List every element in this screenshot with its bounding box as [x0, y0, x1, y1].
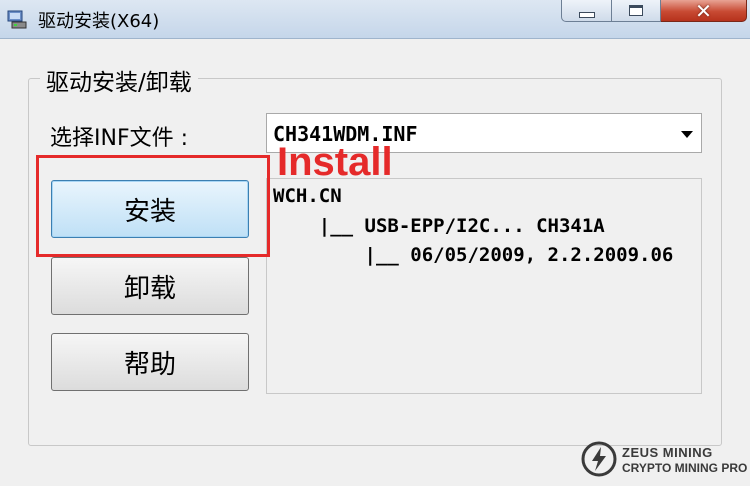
- minimize-icon: [578, 11, 595, 18]
- install-highlight-box: [36, 155, 270, 257]
- close-button[interactable]: ✕: [661, 0, 747, 22]
- dropdown-arrow-icon[interactable]: [681, 131, 693, 138]
- zeus-mining-logo-icon: [581, 441, 617, 477]
- app-icon: [7, 10, 27, 29]
- maximize-icon: [629, 5, 643, 16]
- close-icon: ✕: [695, 0, 712, 23]
- help-button[interactable]: 帮助: [51, 333, 249, 391]
- maximize-button[interactable]: [612, 0, 661, 22]
- tree-line-version: |__ 06/05/2009, 2.2.2009.06: [273, 244, 674, 266]
- group-title: 驱动安装/卸载: [40, 63, 198, 97]
- minimize-button[interactable]: [561, 0, 612, 22]
- title-bar[interactable]: 驱动安装(X64) ✕: [0, 0, 750, 39]
- watermark-subtitle: CRYPTO MINING PRO: [622, 461, 748, 475]
- tree-line-device: |__ USB-EPP/I2C... CH341A: [273, 215, 605, 237]
- window-title: 驱动安装(X64): [38, 11, 160, 32]
- driver-info-tree[interactable]: WCH.CN |__ USB-EPP/I2C... CH341A |__ 06/…: [266, 178, 702, 394]
- watermark-title: ZEUS MINING: [622, 445, 713, 460]
- install-annotation: Install: [277, 140, 393, 184]
- tree-line-vendor: WCH.CN: [273, 185, 342, 207]
- inf-select-label: 选择INF文件 :: [50, 126, 189, 151]
- uninstall-button[interactable]: 卸载: [51, 257, 249, 315]
